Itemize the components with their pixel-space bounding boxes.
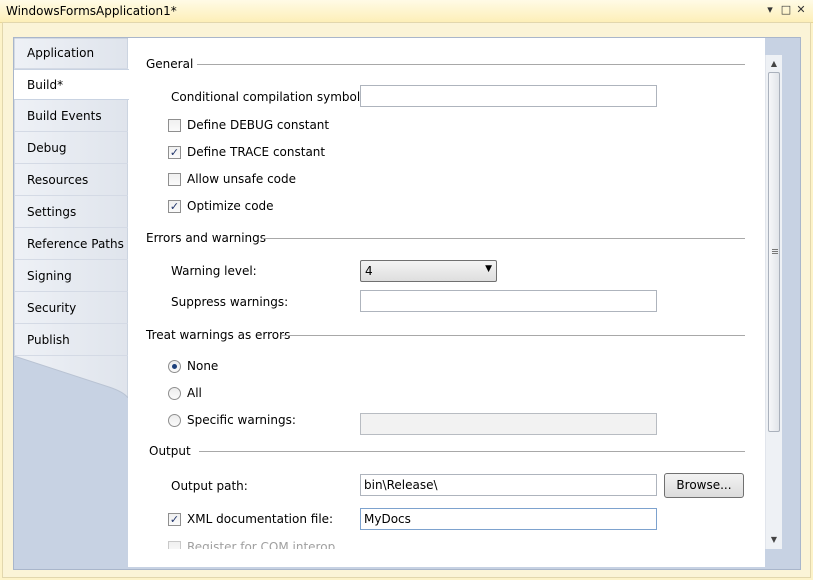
grip-line bbox=[772, 251, 778, 252]
scroll-up-icon[interactable]: ▲ bbox=[766, 57, 782, 71]
com-interop-label: Register for COM interop bbox=[187, 540, 336, 549]
specific-warnings-input bbox=[360, 413, 657, 435]
radio-specific-label: Specific warnings: bbox=[187, 413, 296, 427]
optimize-code-label: Optimize code bbox=[187, 199, 274, 213]
warning-level-value: 4 bbox=[365, 264, 373, 278]
tab-debug[interactable]: Debug bbox=[14, 133, 128, 164]
radio-specific[interactable] bbox=[168, 414, 181, 427]
radio-none-label: None bbox=[187, 359, 219, 373]
window-title: WindowsFormsApplication1* bbox=[6, 4, 177, 18]
section-treat-warnings-heading: Treat warnings as errors bbox=[146, 328, 291, 342]
section-general-heading: General bbox=[146, 57, 194, 71]
section-divider bbox=[199, 451, 745, 452]
radio-all-label: All bbox=[187, 386, 202, 400]
warning-level-select[interactable]: 4 ▼ bbox=[360, 260, 497, 282]
dropdown-icon[interactable]: ▾ bbox=[763, 3, 777, 17]
tab-resources[interactable]: Resources bbox=[14, 165, 128, 196]
allow-unsafe-label: Allow unsafe code bbox=[187, 172, 297, 186]
maximize-icon[interactable]: □ bbox=[779, 3, 793, 17]
clipped-row: Register for COM interop bbox=[128, 537, 765, 549]
define-trace-label: Define TRACE constant bbox=[187, 145, 326, 159]
vertical-scrollbar[interactable]: ▲ ▼ bbox=[765, 55, 782, 549]
xml-doc-input[interactable]: MyDocs bbox=[360, 508, 657, 530]
suppress-warnings-label: Suppress warnings: bbox=[171, 295, 289, 309]
xml-doc-label: XML documentation file: bbox=[187, 512, 334, 526]
chevron-down-icon: ▼ bbox=[485, 264, 492, 274]
com-interop-checkbox bbox=[168, 541, 181, 549]
checkmark-icon: ✓ bbox=[169, 146, 180, 159]
title-bar: WindowsFormsApplication1* ▾ □ ✕ bbox=[0, 0, 813, 23]
conditional-symbols-input[interactable] bbox=[360, 85, 657, 107]
output-path-input[interactable]: bin\Release\ bbox=[360, 474, 657, 496]
tab-settings[interactable]: Settings bbox=[14, 197, 128, 228]
section-divider bbox=[262, 238, 745, 239]
section-errors-heading: Errors and warnings bbox=[146, 231, 267, 245]
optimize-code-checkbox[interactable]: ✓ bbox=[168, 200, 181, 213]
output-path-label: Output path: bbox=[171, 479, 248, 493]
radio-selected-dot bbox=[172, 364, 177, 369]
define-debug-label: Define DEBUG constant bbox=[187, 118, 330, 132]
section-output-heading: Output bbox=[149, 444, 191, 458]
close-icon[interactable]: ✕ bbox=[794, 3, 808, 17]
define-debug-checkbox[interactable] bbox=[168, 119, 181, 132]
checkmark-icon: ✓ bbox=[169, 200, 180, 213]
grip-line bbox=[772, 253, 778, 254]
tab-build-events[interactable]: Build Events bbox=[14, 101, 128, 132]
scroll-down-icon[interactable]: ▼ bbox=[766, 533, 782, 547]
tab-signing[interactable]: Signing bbox=[14, 261, 128, 292]
define-trace-checkbox[interactable]: ✓ bbox=[168, 146, 181, 159]
grip-line bbox=[772, 249, 778, 250]
tab-build[interactable]: Build* bbox=[14, 69, 129, 100]
browse-button[interactable]: Browse... bbox=[664, 473, 744, 498]
tab-reference-paths[interactable]: Reference Paths bbox=[14, 229, 128, 260]
section-divider bbox=[197, 64, 745, 65]
checkmark-icon: ✓ bbox=[169, 513, 180, 526]
radio-none[interactable] bbox=[168, 360, 181, 373]
allow-unsafe-checkbox[interactable] bbox=[168, 173, 181, 186]
tab-application[interactable]: Application bbox=[14, 38, 128, 69]
radio-all[interactable] bbox=[168, 387, 181, 400]
section-divider bbox=[282, 335, 745, 336]
suppress-warnings-input[interactable] bbox=[360, 290, 657, 312]
xml-doc-checkbox[interactable]: ✓ bbox=[168, 513, 181, 526]
properties-tab-strip: Application Build* Build Events Debug Re… bbox=[14, 38, 129, 398]
conditional-symbols-label: Conditional compilation symbols: bbox=[171, 90, 371, 104]
scroll-thumb[interactable] bbox=[768, 72, 780, 432]
warning-level-label: Warning level: bbox=[171, 264, 257, 278]
tab-publish[interactable]: Publish bbox=[14, 325, 128, 356]
tab-security[interactable]: Security bbox=[14, 293, 128, 324]
